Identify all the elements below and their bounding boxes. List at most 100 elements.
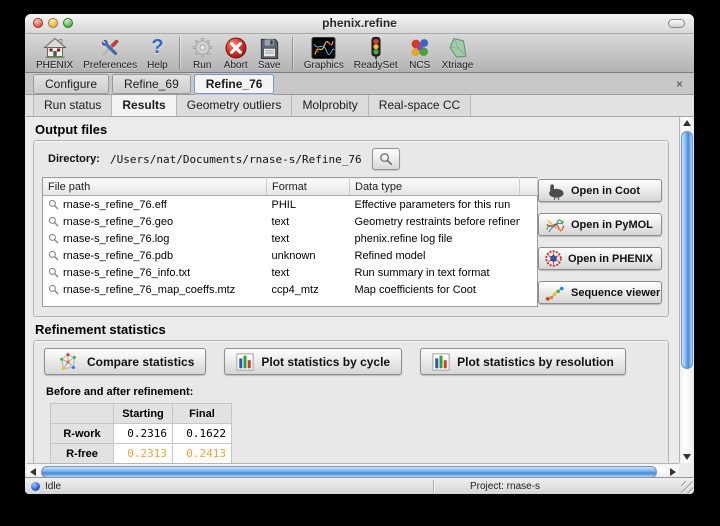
button-label: Compare statistics (87, 355, 194, 369)
button-label: Plot statistics by cycle (261, 355, 390, 369)
tab-refine-69[interactable]: Refine_69 (112, 74, 191, 94)
open-in-phenix-button[interactable]: Open in PHENIX (538, 247, 662, 270)
horizontal-scrollbar-thumb[interactable] (41, 466, 657, 478)
toolbar-item-help[interactable]: ? Help (142, 35, 173, 71)
pymol-ribbon-icon (544, 216, 566, 234)
stat-starting-value: 0.2313 (114, 444, 173, 464)
subtab-results[interactable]: Results (112, 95, 176, 116)
toolbar-separator (292, 37, 293, 70)
horizontal-scrollbar[interactable] (27, 463, 679, 478)
stat-final-value: 0.2413 (173, 444, 232, 464)
toolbar-item-ncs[interactable]: NCS (403, 35, 437, 71)
window-title: phenix.refine (25, 14, 694, 33)
tab-label: Configure (45, 77, 97, 91)
notebook-content: Run status Results Geometry outliers Mol… (25, 95, 694, 478)
file-path-text: rnase-s_refine_76_map_coeffs.mtz (63, 284, 235, 296)
file-row[interactable]: rnase-s_refine_76.log text phenix.refine… (43, 230, 538, 247)
open-in-pymol-button[interactable]: Open in PyMOL (538, 213, 662, 236)
toolbar-toggle-button[interactable] (668, 19, 685, 28)
magnifier-icon (379, 152, 393, 166)
button-label: Sequence viewer (571, 287, 660, 299)
vertical-scrollbar[interactable] (679, 117, 694, 463)
minimize-window-button[interactable] (48, 18, 58, 28)
file-type-text: Run summary in text format (350, 264, 520, 281)
stats-row-r-work: R-work 0.2316 0.1622 (51, 424, 232, 444)
magnifier-icon (48, 267, 59, 278)
toolbar-item-save[interactable]: Save (253, 35, 286, 71)
file-format-text: ccp4_mtz (267, 281, 350, 298)
toolbar-label: Xtriage (442, 60, 474, 71)
molecule-icon (56, 351, 80, 373)
file-row[interactable]: rnase-s_refine_76.eff PHIL Effective par… (43, 196, 538, 214)
output-files-groupbox: Directory: /Users/nat/Documents/rnase-s/… (33, 140, 669, 317)
toolbar-label: Save (258, 60, 281, 71)
resize-grip[interactable] (681, 481, 693, 493)
subtab-real-space-cc[interactable]: Real-space CC (369, 95, 471, 116)
file-format-text: text (267, 264, 350, 281)
zoom-window-button[interactable] (63, 18, 73, 28)
open-in-coot-button[interactable]: Open in Coot (538, 179, 662, 202)
output-files-header: Output files (35, 122, 679, 137)
subtab-geometry-outliers[interactable]: Geometry outliers (177, 95, 293, 116)
file-format-text: PHIL (267, 196, 350, 214)
title-bar[interactable]: phenix.refine (25, 14, 694, 34)
stats-corner-cell (51, 404, 114, 424)
file-row[interactable]: rnase-s_refine_76_info.txt text Run summ… (43, 264, 538, 281)
tab-refine-76[interactable]: Refine_76 (194, 74, 275, 94)
toolbar-item-xtriage[interactable]: Xtriage (437, 35, 479, 71)
scroll-down-arrow[interactable] (680, 451, 694, 463)
stat-starting-value: 0.2316 (114, 424, 173, 444)
magnifier-icon (48, 284, 59, 295)
toolbar-item-phenix[interactable]: PHENIX (31, 35, 78, 71)
bar-chart-icon (236, 353, 254, 371)
phenix-logo-icon (544, 249, 563, 268)
magnifier-icon (48, 250, 59, 261)
subtab-molprobity[interactable]: Molprobity (292, 95, 368, 116)
compare-statistics-button[interactable]: Compare statistics (44, 348, 206, 375)
toolbar-label: Preferences (83, 60, 137, 71)
sequence-viewer-button[interactable]: Sequence viewer (538, 281, 662, 304)
column-header-data-type[interactable]: Data type (350, 178, 520, 196)
stat-label: R-work (51, 424, 114, 444)
file-type-text: Geometry restraints before refinement (350, 213, 520, 230)
toolbar-item-abort[interactable]: Abort (219, 35, 253, 71)
save-icon (258, 35, 281, 60)
stats-row-r-free: R-free 0.2313 0.2413 (51, 444, 232, 464)
status-bar: Idle Project: rnase-s (25, 477, 694, 494)
directory-path: /Users/nat/Documents/rnase-s/Refine_76 (110, 153, 362, 166)
file-row[interactable]: rnase-s_refine_76.pdb unknown Refined mo… (43, 247, 538, 264)
close-tab-icon[interactable]: × (673, 75, 686, 93)
file-type-text: phenix.refine log file (350, 230, 520, 247)
tab-label: Refine_69 (124, 77, 179, 91)
stats-column-starting: Starting (114, 404, 173, 424)
toolbar-item-run[interactable]: Run (186, 35, 219, 71)
file-row[interactable]: rnase-s_refine_76_map_coeffs.mtz ccp4_mt… (43, 281, 538, 298)
close-window-button[interactable] (33, 18, 43, 28)
refinement-statistics-groupbox: Compare statistics Plot statistics by cy… (33, 340, 669, 463)
stats-header-row: Starting Final (51, 404, 232, 424)
directory-label: Directory: (48, 153, 100, 165)
tab-configure[interactable]: Configure (33, 74, 109, 94)
file-path-text: rnase-s_refine_76.geo (63, 216, 173, 228)
column-header-file-path[interactable]: File path (43, 178, 267, 196)
file-path-text: rnase-s_refine_76.log (63, 233, 169, 245)
scroll-up-arrow[interactable] (680, 117, 694, 129)
browse-directory-button[interactable] (372, 148, 400, 170)
file-type-text: Effective parameters for this run (350, 196, 520, 214)
toolbar-item-readyset[interactable]: ReadySet (349, 35, 403, 71)
button-label: Open in Coot (571, 185, 640, 197)
file-row[interactable]: rnase-s_refine_76.geo text Geometry rest… (43, 213, 538, 230)
toolbar-item-graphics[interactable]: Graphics (299, 35, 349, 71)
toolbar-label: Graphics (304, 60, 344, 71)
plot-by-resolution-button[interactable]: Plot statistics by resolution (420, 348, 626, 375)
question-icon: ? (151, 35, 163, 60)
vertical-scrollbar-thumb[interactable] (681, 131, 693, 369)
plot-by-cycle-button[interactable]: Plot statistics by cycle (224, 348, 402, 375)
toolbar-label: Run (193, 60, 211, 71)
magnifier-icon (48, 233, 59, 244)
magnifier-icon (48, 199, 59, 210)
toolbar-item-preferences[interactable]: Preferences (78, 35, 142, 71)
sequence-icon (544, 284, 566, 302)
column-header-format[interactable]: Format (267, 178, 350, 196)
subtab-run-status[interactable]: Run status (33, 95, 112, 116)
